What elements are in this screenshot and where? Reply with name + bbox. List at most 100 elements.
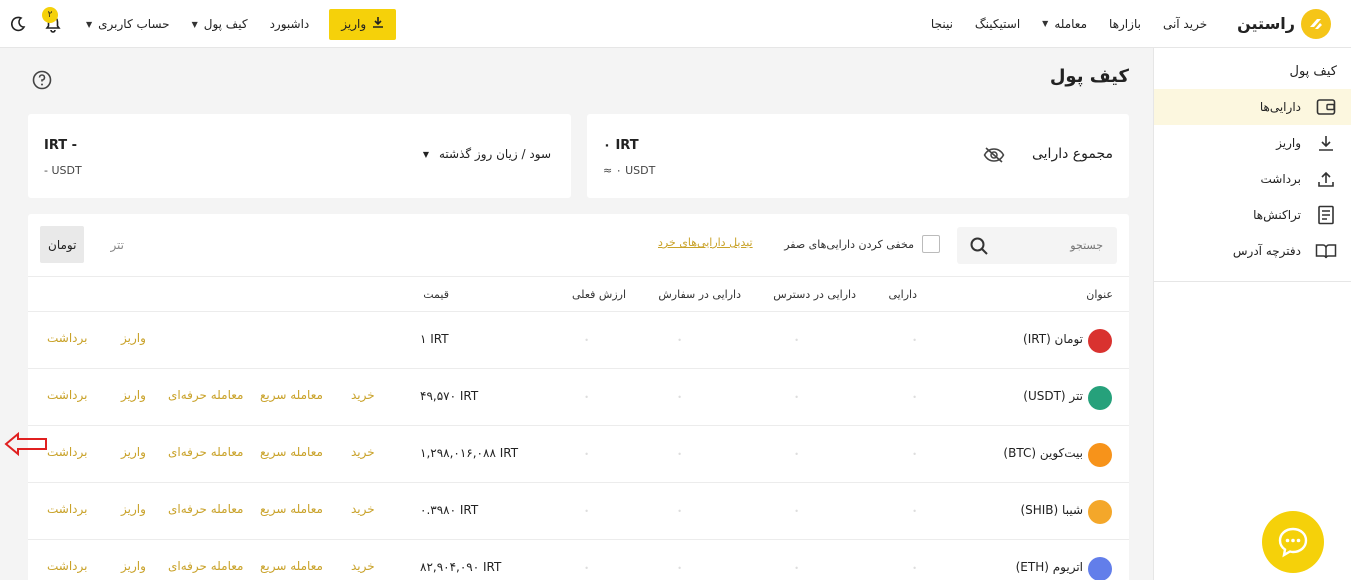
pnl-period-select[interactable]: سود / زیان روز گذشته ▼	[423, 147, 551, 161]
help-icon[interactable]	[32, 70, 52, 90]
deposit-action[interactable]: واریز	[121, 388, 146, 402]
empty-value-dot: •	[677, 564, 682, 573]
withdraw-action[interactable]: برداشت	[47, 559, 87, 573]
empty-value-dot: •	[912, 336, 917, 345]
logo[interactable]: راستین	[1237, 8, 1331, 39]
coin-name: بیت‌کوین (BTC)	[1003, 446, 1083, 460]
quick-trade-action[interactable]: معامله سریع	[260, 445, 323, 459]
coin-price: ۸۲,۹۰۴,۰۹۰ IRT	[420, 560, 502, 574]
coin-price: ۰.۳۹۸۰ IRT	[420, 503, 479, 517]
quick-trade-action[interactable]: معامله سریع	[260, 388, 323, 402]
coin-icon	[1088, 443, 1112, 467]
buy-action[interactable]: خرید	[351, 502, 375, 516]
arrow-annotation-icon	[4, 431, 48, 457]
sidebar-item-label: برداشت	[1260, 172, 1301, 186]
coin-name: اتریوم (ETH)	[1015, 560, 1083, 574]
deposit-action[interactable]: واریز	[121, 559, 146, 573]
coin-name: تتر (USDT)	[1023, 389, 1083, 403]
empty-value-dot: •	[794, 450, 799, 459]
book-icon	[1315, 240, 1337, 262]
nav-label: حساب کاربری	[98, 17, 170, 31]
download-icon	[1315, 132, 1337, 154]
pro-trade-action[interactable]: معامله حرفه‌ای	[168, 502, 243, 516]
sidebar-item-deposit[interactable]: واریز	[1154, 125, 1351, 161]
quick-trade-action[interactable]: معامله سریع	[260, 559, 323, 573]
withdraw-action[interactable]: برداشت	[47, 388, 87, 402]
column-available: دارایی در دسترس	[773, 288, 856, 301]
withdraw-action[interactable]: برداشت	[47, 445, 87, 459]
sidebar-item-address-book[interactable]: دفترچه آدرس	[1154, 233, 1351, 269]
nav-trade[interactable]: معامله ▼	[1042, 17, 1087, 31]
search-input[interactable]	[997, 227, 1117, 264]
nav-markets[interactable]: بازارها	[1109, 17, 1141, 31]
deposit-action[interactable]: واریز	[121, 445, 146, 459]
sidebar-item-label: دارایی‌ها	[1259, 100, 1301, 114]
top-left-actions: واریز داشبورد کیف پول ▼ حساب کاربری ▼ ۲	[8, 0, 397, 48]
page-title: کیف پول	[1049, 66, 1129, 87]
empty-value-dot: •	[794, 393, 799, 402]
bell-icon[interactable]: ۲	[42, 7, 64, 35]
empty-value-dot: •	[794, 336, 799, 345]
nav-account[interactable]: حساب کاربری ▼	[86, 17, 170, 31]
deposit-button[interactable]: واریز	[329, 8, 397, 40]
withdraw-action[interactable]: برداشت	[47, 502, 87, 516]
search-icon[interactable]	[969, 236, 989, 259]
buy-action[interactable]: خرید	[351, 559, 375, 573]
chat-support-button[interactable]	[1262, 511, 1324, 573]
nav-wallet[interactable]: کیف پول ▼	[192, 17, 248, 31]
coin-name: تومان (IRT)	[1023, 332, 1083, 346]
toggle-toman[interactable]: تومان	[40, 226, 85, 263]
pro-trade-action[interactable]: معامله حرفه‌ای	[168, 559, 243, 573]
coin-price: ۱ IRT	[420, 332, 449, 346]
nav-instant-buy[interactable]: خرید آنی	[1163, 17, 1207, 31]
buy-action[interactable]: خرید	[351, 388, 375, 402]
sidebar-item-label: تراکنش‌ها	[1253, 208, 1301, 222]
receipt-icon	[1315, 204, 1337, 226]
coin-icon	[1088, 329, 1112, 353]
nav-label: نینجا	[930, 16, 953, 31]
main-content: کیف پول مجموع دارایی ۰ IRT ≈ ۰ USDT سود …	[0, 48, 1153, 580]
eye-off-icon[interactable]	[983, 146, 1005, 164]
nav-label: داشبورد	[269, 17, 310, 31]
empty-value-dot: •	[677, 336, 682, 345]
upload-icon	[1315, 168, 1337, 190]
quick-trade-action[interactable]: معامله سریع	[260, 502, 323, 516]
caret-down-icon: ▼	[1042, 19, 1049, 28]
nav-staking[interactable]: استیکینگ	[975, 17, 1020, 31]
deposit-action[interactable]: واریز	[121, 331, 146, 345]
download-icon	[372, 16, 384, 32]
currency-toggle: تومان تتر	[40, 226, 132, 263]
nav-label: بازارها	[1109, 16, 1141, 31]
withdraw-action[interactable]: برداشت	[47, 331, 87, 345]
moon-icon[interactable]	[8, 14, 28, 34]
empty-value-dot: •	[677, 393, 682, 402]
empty-value-dot: •	[912, 450, 917, 459]
column-value: ارزش فعلی	[572, 288, 626, 301]
column-title: عنوان	[1086, 288, 1113, 301]
deposit-action[interactable]: واریز	[121, 502, 146, 516]
nav-ninja[interactable]: نینجا	[931, 17, 953, 31]
sidebar: کیف پول دارایی‌ها واریز برداشت تراکنش‌ها…	[1153, 48, 1351, 580]
hide-zero-toggle: مخفی کردن دارایی‌های صفر	[784, 235, 940, 253]
convert-small-assets-link[interactable]: تبدیل دارایی‌های خرد	[658, 236, 753, 249]
nav-label: معامله	[1054, 16, 1088, 31]
pro-trade-action[interactable]: معامله حرفه‌ای	[168, 388, 243, 402]
total-assets-card: مجموع دارایی ۰ IRT ≈ ۰ USDT	[587, 114, 1129, 198]
coin-icon	[1088, 386, 1112, 410]
hide-zero-checkbox[interactable]	[922, 235, 940, 253]
sidebar-item-withdraw[interactable]: برداشت	[1154, 161, 1351, 197]
table-row: شیبا (SHIB) • • • • ۰.۳۹۸۰ IRT برداشت واریز معام…	[28, 483, 1129, 540]
sidebar-item-transactions[interactable]: تراکنش‌ها	[1154, 197, 1351, 233]
table-row: بیت‌کوین (BTC) • • • • ۱,۲۹۸,۰۱۶,۰۸۸ IRT برداش…	[28, 426, 1129, 483]
buy-action[interactable]: خرید	[351, 445, 375, 459]
empty-value-dot: •	[584, 564, 589, 573]
nav-dashboard[interactable]: داشبورد	[270, 17, 310, 31]
sidebar-title: کیف پول	[1289, 64, 1337, 79]
chat-icon	[1278, 527, 1308, 558]
pnl-usdt-value: - USDT	[44, 164, 82, 177]
table-row: اتریوم (ETH) • • • • ۸۲,۹۰۴,۰۹۰ IRT برداشت واری…	[28, 540, 1129, 580]
sidebar-item-assets[interactable]: دارایی‌ها	[1154, 89, 1351, 125]
pro-trade-action[interactable]: معامله حرفه‌ای	[168, 445, 243, 459]
caret-down-icon: ▼	[422, 149, 429, 159]
toggle-tether[interactable]: تتر	[102, 226, 132, 263]
